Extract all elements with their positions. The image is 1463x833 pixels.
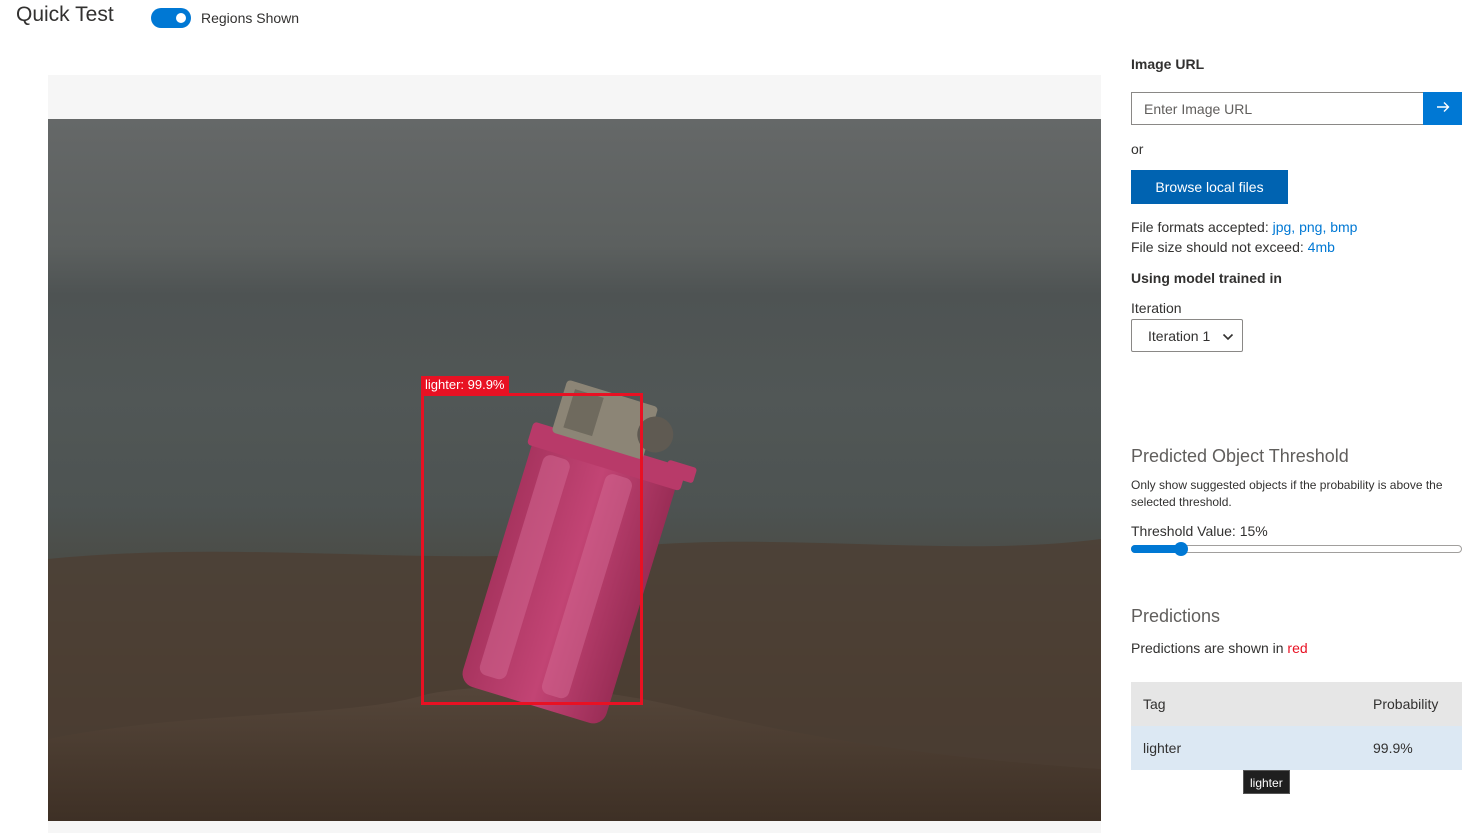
column-header-probability[interactable]: Probability — [1361, 696, 1438, 712]
file-formats-prefix: File formats accepted: — [1131, 219, 1273, 235]
table-header: Tag Probability — [1131, 682, 1462, 726]
model-heading: Using model trained in — [1131, 270, 1282, 286]
file-size-text: File size should not exceed: 4mb — [1131, 239, 1335, 255]
file-size-value: 4mb — [1307, 239, 1335, 255]
submit-url-button[interactable] — [1423, 92, 1462, 125]
prediction-probability: 99.9% — [1373, 740, 1413, 756]
slider-thumb[interactable] — [1173, 542, 1188, 556]
tag-tooltip: lighter — [1243, 770, 1290, 794]
page-title: Quick Test — [16, 3, 114, 26]
iteration-selected-value: Iteration 1 — [1148, 327, 1211, 344]
predictions-note: Predictions are shown in red — [1131, 640, 1308, 656]
prediction-box-label: lighter: 99.9% — [421, 376, 509, 394]
toggle-knob — [176, 13, 186, 23]
or-text: or — [1131, 141, 1144, 157]
table-row[interactable]: lighter 99.9% — [1131, 726, 1462, 770]
image-url-input[interactable] — [1131, 92, 1423, 125]
file-formats-value: jpg, png, bmp — [1272, 219, 1358, 235]
predictions-note-prefix: Predictions are shown in — [1131, 640, 1288, 656]
regions-shown-toggle[interactable] — [151, 8, 191, 28]
file-formats-text: File formats accepted: jpg, png, bmp — [1131, 219, 1357, 235]
prediction-tag: lighter — [1143, 740, 1182, 756]
regions-shown-label: Regions Shown — [201, 10, 300, 26]
chevron-down-icon — [1222, 328, 1234, 344]
sidebar: Image URL or Browse local files File for… — [1131, 0, 1462, 833]
image-url-label: Image URL — [1131, 56, 1205, 72]
iteration-select[interactable]: Iteration 1 — [1131, 319, 1243, 352]
iteration-label: Iteration — [1131, 300, 1182, 316]
column-header-tag[interactable]: Tag — [1131, 696, 1361, 712]
threshold-slider[interactable] — [1131, 542, 1462, 556]
predictions-table: Tag Probability lighter 99.9% — [1131, 682, 1462, 770]
prediction-bounding-box — [421, 393, 643, 705]
threshold-description: Only show suggested objects if the proba… — [1131, 478, 1443, 509]
predictions-heading: Predictions — [1131, 606, 1221, 626]
threshold-heading: Predicted Object Threshold — [1131, 446, 1349, 466]
predictions-note-color: red — [1287, 640, 1308, 656]
threshold-value-label: Threshold Value: 15% — [1131, 523, 1268, 539]
file-size-prefix: File size should not exceed: — [1131, 239, 1308, 255]
arrow-right-icon — [1435, 99, 1451, 118]
browse-local-files-button[interactable]: Browse local files — [1131, 170, 1288, 204]
